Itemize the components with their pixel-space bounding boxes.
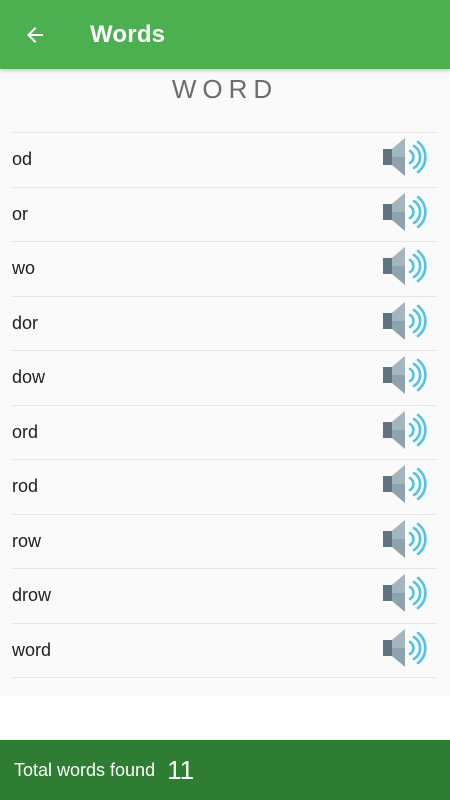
total-words-count: 11: [167, 754, 195, 785]
word-label: od: [12, 149, 33, 170]
word-label: or: [12, 203, 29, 224]
list-item: or: [12, 188, 437, 242]
source-word-heading: WORD: [171, 74, 279, 104]
word-label: row: [12, 530, 42, 551]
word-label: dow: [12, 367, 46, 388]
speaker-icon: [381, 627, 427, 674]
arrow-left-icon: [27, 26, 43, 43]
speaker-icon: [381, 300, 427, 347]
speaker-icon: [381, 245, 427, 292]
speaker-button[interactable]: [379, 518, 429, 564]
speaker-icon: [381, 136, 427, 183]
speaker-button[interactable]: [379, 573, 429, 619]
list-item: word: [12, 624, 437, 678]
speaker-button[interactable]: [379, 300, 429, 346]
list-item: rod: [12, 460, 437, 515]
speaker-button[interactable]: [379, 355, 429, 401]
page-title: Words: [90, 20, 166, 48]
speaker-icon: [381, 191, 427, 238]
footer-bar: Total words found 11: [0, 740, 450, 800]
word-label: rod: [12, 476, 39, 497]
list-item: dow: [12, 351, 437, 406]
speaker-button[interactable]: [379, 409, 429, 455]
word-label: drow: [12, 585, 52, 606]
speaker-icon: [381, 409, 427, 456]
speaker-icon: [381, 572, 427, 619]
word-label: word: [12, 639, 52, 660]
list-item: row: [12, 515, 437, 569]
speaker-icon: [381, 354, 427, 401]
list-item: ord: [12, 406, 437, 460]
back-button[interactable]: [0, 0, 70, 69]
speaker-button[interactable]: [379, 627, 429, 673]
speaker-button[interactable]: [379, 246, 429, 292]
speaker-button[interactable]: [379, 137, 429, 183]
list-item: wo: [12, 242, 437, 297]
speaker-icon: [381, 518, 427, 565]
list-item: dor: [12, 297, 437, 351]
speaker-icon: [381, 463, 427, 510]
app-screen: Words WORD od or wo dor dow ord rod row …: [0, 0, 450, 800]
list-item: od: [12, 133, 437, 188]
toolbar: Words: [0, 0, 450, 69]
total-words-label: Total words found: [14, 759, 156, 780]
word-label: dor: [12, 312, 39, 333]
word-label: wo: [12, 258, 36, 279]
speaker-button[interactable]: [379, 191, 429, 237]
content-area: WORD od or wo dor dow ord rod row drow w…: [0, 69, 450, 696]
word-list: od or wo dor dow ord rod row drow word: [12, 132, 437, 678]
speaker-button[interactable]: [379, 464, 429, 510]
list-item: drow: [12, 569, 437, 624]
word-label: ord: [12, 421, 39, 442]
